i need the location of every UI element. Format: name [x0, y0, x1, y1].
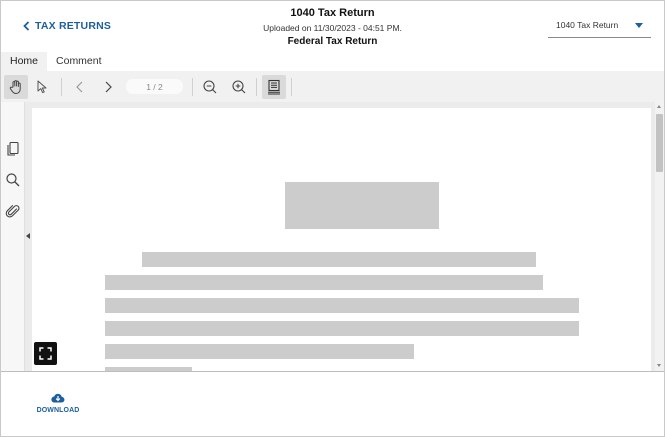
viewer-sidebar: [1, 102, 25, 371]
text-line-placeholder: [105, 321, 579, 336]
attachments-button[interactable]: [5, 203, 21, 219]
zoom-out-icon: [203, 80, 217, 94]
attachment-icon: [5, 205, 20, 218]
download-button[interactable]: DOWNLOAD: [36, 392, 80, 414]
toolbar-separator: [256, 78, 257, 96]
text-line-placeholder: [142, 252, 536, 267]
page-indicator-input[interactable]: 1 / 2: [126, 79, 183, 94]
pan-tool-button[interactable]: [4, 75, 28, 99]
single-page-view-icon: [268, 79, 280, 95]
footer-divider: [1, 371, 664, 372]
single-page-view-button[interactable]: [262, 75, 286, 99]
previous-page-button[interactable]: [68, 75, 92, 99]
text-line-placeholder: [105, 275, 543, 290]
next-page-button[interactable]: [96, 75, 120, 99]
viewer-toolbar: 1 / 2: [1, 71, 664, 102]
document-page: [32, 108, 651, 371]
tab-comment[interactable]: Comment: [47, 52, 111, 71]
toolbar-separator: [61, 78, 62, 96]
fullscreen-button[interactable]: [34, 342, 57, 365]
zoom-out-button[interactable]: [198, 75, 222, 99]
text-line-placeholder: [105, 344, 414, 359]
download-label: DOWNLOAD: [36, 407, 80, 414]
scrollbar-thumb[interactable]: [656, 114, 663, 172]
zoom-in-button[interactable]: [227, 75, 251, 99]
fullscreen-icon: [39, 347, 52, 360]
scroll-down-icon[interactable]: [657, 364, 661, 367]
viewer-scrollbar[interactable]: [655, 102, 664, 371]
search-icon: [6, 173, 20, 187]
prev-page-icon: [76, 81, 83, 93]
viewer-tabs: Home Comment: [1, 52, 111, 71]
next-page-icon: [105, 81, 112, 93]
collapse-sidebar-icon[interactable]: [26, 233, 30, 239]
scroll-up-icon[interactable]: [657, 105, 661, 108]
thumbnails-icon: [7, 141, 19, 156]
thumbnails-button[interactable]: [5, 140, 21, 156]
search-button[interactable]: [5, 172, 21, 188]
zoom-in-icon: [232, 80, 246, 94]
toolbar-separator: [192, 78, 193, 96]
pan-hand-icon: [9, 80, 21, 94]
tab-home[interactable]: Home: [1, 52, 48, 71]
document-viewer[interactable]: [1, 102, 664, 371]
document-select[interactable]: 1040 Tax Return: [548, 17, 651, 38]
caret-down-icon: [635, 22, 643, 28]
document-select-value: 1040 Tax Return: [556, 20, 619, 30]
toolbar-separator: [291, 78, 292, 96]
text-line-placeholder: [105, 298, 579, 313]
cloud-download-icon: [51, 393, 65, 403]
select-tool-button[interactable]: [31, 75, 55, 99]
select-pointer-icon: [37, 80, 47, 94]
content-placeholder: [285, 182, 439, 229]
